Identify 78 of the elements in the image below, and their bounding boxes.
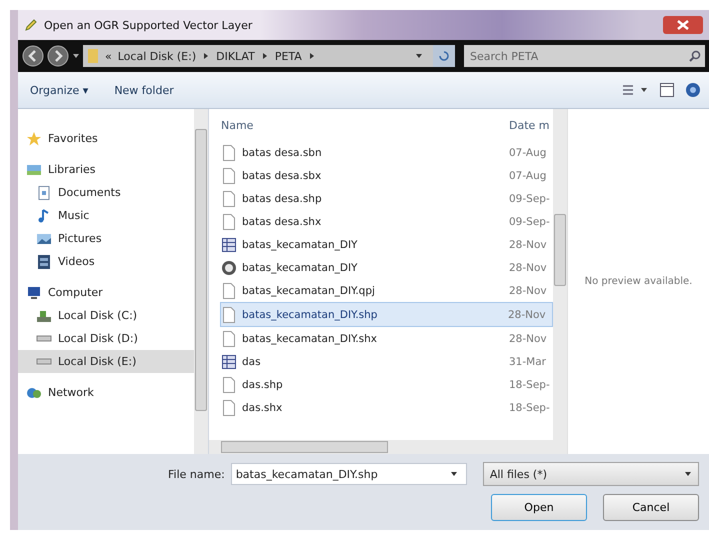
file-icon: [221, 212, 237, 230]
column-header[interactable]: Name: [221, 118, 509, 132]
forward-icon[interactable]: [47, 45, 69, 67]
file-row[interactable]: batas_kecamatan_DIY.shp 28-Nov: [220, 302, 553, 327]
file-row[interactable]: batas_kecamatan_DIY.shx 28-Nov: [221, 327, 553, 350]
file-icon: [221, 376, 237, 394]
dialog-button[interactable]: Open: [491, 494, 587, 521]
sidebar-item[interactable]: Documents: [18, 181, 194, 204]
drive-icon: [36, 358, 52, 365]
breadcrumb[interactable]: DIKLAT: [216, 50, 255, 62]
close-icon[interactable]: [663, 16, 703, 34]
refresh-icon[interactable]: [433, 45, 455, 67]
file-icon: [221, 190, 237, 208]
sidebar-item[interactable]: Pictures: [18, 227, 194, 250]
sidebar-item[interactable]: Videos: [18, 250, 194, 273]
file-icon: [221, 282, 237, 300]
table-icon: [221, 236, 237, 254]
dialog-button[interactable]: Cancel: [603, 494, 699, 521]
help-icon[interactable]: [685, 82, 701, 98]
sidebar-item[interactable]: Local Disk (E:): [18, 350, 194, 373]
folder-icon: [87, 48, 99, 64]
scrollbar[interactable]: [194, 109, 208, 454]
toolbar-button[interactable]: Organize ▾: [22, 80, 96, 100]
star-icon: [26, 130, 42, 146]
dropdown-icon: [450, 470, 458, 478]
chevron-icon[interactable]: [308, 52, 316, 60]
file-row[interactable]: das.shp 18-Sep-: [221, 373, 553, 396]
file-row[interactable]: das 31-Mar: [221, 350, 553, 373]
scrollbar[interactable]: [209, 440, 553, 454]
table-icon: [221, 352, 237, 370]
file-row[interactable]: das.shx 18-Sep-: [221, 396, 553, 419]
preview-message: No preview available.: [584, 276, 692, 287]
search-icon: [689, 50, 701, 62]
caret-icon[interactable]: [72, 52, 80, 60]
document-icon: [36, 184, 52, 200]
toolbar-button[interactable]: New folder: [106, 80, 182, 100]
computer-icon: [26, 284, 42, 300]
sidebar-item[interactable]: Libraries: [18, 158, 194, 181]
chevron-icon[interactable]: [260, 52, 269, 60]
file-icon: [221, 166, 237, 184]
sidebar-item[interactable]: Network: [18, 381, 194, 404]
field-label: File name:: [168, 468, 225, 480]
search-box[interactable]: Search PETA: [464, 45, 705, 67]
file-row[interactable]: batas_kecamatan_DIY 28-Nov: [221, 256, 553, 279]
dropdown-icon[interactable]: [415, 52, 423, 60]
scrollbar[interactable]: [553, 109, 567, 454]
back-icon[interactable]: [22, 45, 44, 67]
file-row[interactable]: batas desa.sbx 07-Aug: [221, 164, 553, 187]
view-icon[interactable]: [621, 83, 649, 97]
file-icon: [221, 398, 237, 416]
file-row[interactable]: batas_kecamatan_DIY.qpj 28-Nov: [221, 279, 553, 302]
column-header[interactable]: Date m: [509, 118, 553, 132]
breadcrumb-overflow[interactable]: «: [105, 50, 112, 62]
sidebar-item[interactable]: Local Disk (D:): [18, 327, 194, 350]
preview-pane-icon[interactable]: [659, 82, 675, 98]
file-row[interactable]: batas desa.sbn 07-Aug: [221, 141, 553, 164]
breadcrumb[interactable]: PETA: [274, 50, 302, 62]
dropdown-icon: [684, 470, 692, 478]
window-title: Open an OGR Supported Vector Layer: [44, 18, 252, 32]
file-row[interactable]: batas_kecamatan_DIY 28-Nov: [221, 233, 553, 256]
file-row[interactable]: batas desa.shp 09-Sep-: [221, 187, 553, 210]
file-icon: [221, 306, 237, 324]
sidebar-item[interactable]: Music: [18, 204, 194, 227]
chevron-icon[interactable]: [202, 52, 210, 60]
sidebar-item[interactable]: Computer: [18, 281, 194, 304]
file-icon: [221, 330, 237, 348]
file-type-dropdown[interactable]: All files (*): [482, 462, 699, 486]
film-icon: [36, 254, 52, 270]
sidebar-item[interactable]: Favorites: [18, 127, 194, 150]
search-field[interactable]: Search PETA: [468, 48, 689, 64]
drive-icon: [36, 335, 52, 342]
sidebar-item[interactable]: Local Disk (C:): [18, 304, 194, 327]
file-icon: [221, 144, 237, 162]
pencil-icon: [24, 18, 38, 32]
file-row[interactable]: batas desa.shx 09-Sep-: [221, 210, 553, 233]
breadcrumb[interactable]: Local Disk (E:): [118, 50, 196, 62]
address-field[interactable]: « Local Disk (E:) DIKLAT PETA: [83, 45, 455, 67]
file-name-field[interactable]: batas_kecamatan_DIY.shp: [230, 463, 467, 485]
